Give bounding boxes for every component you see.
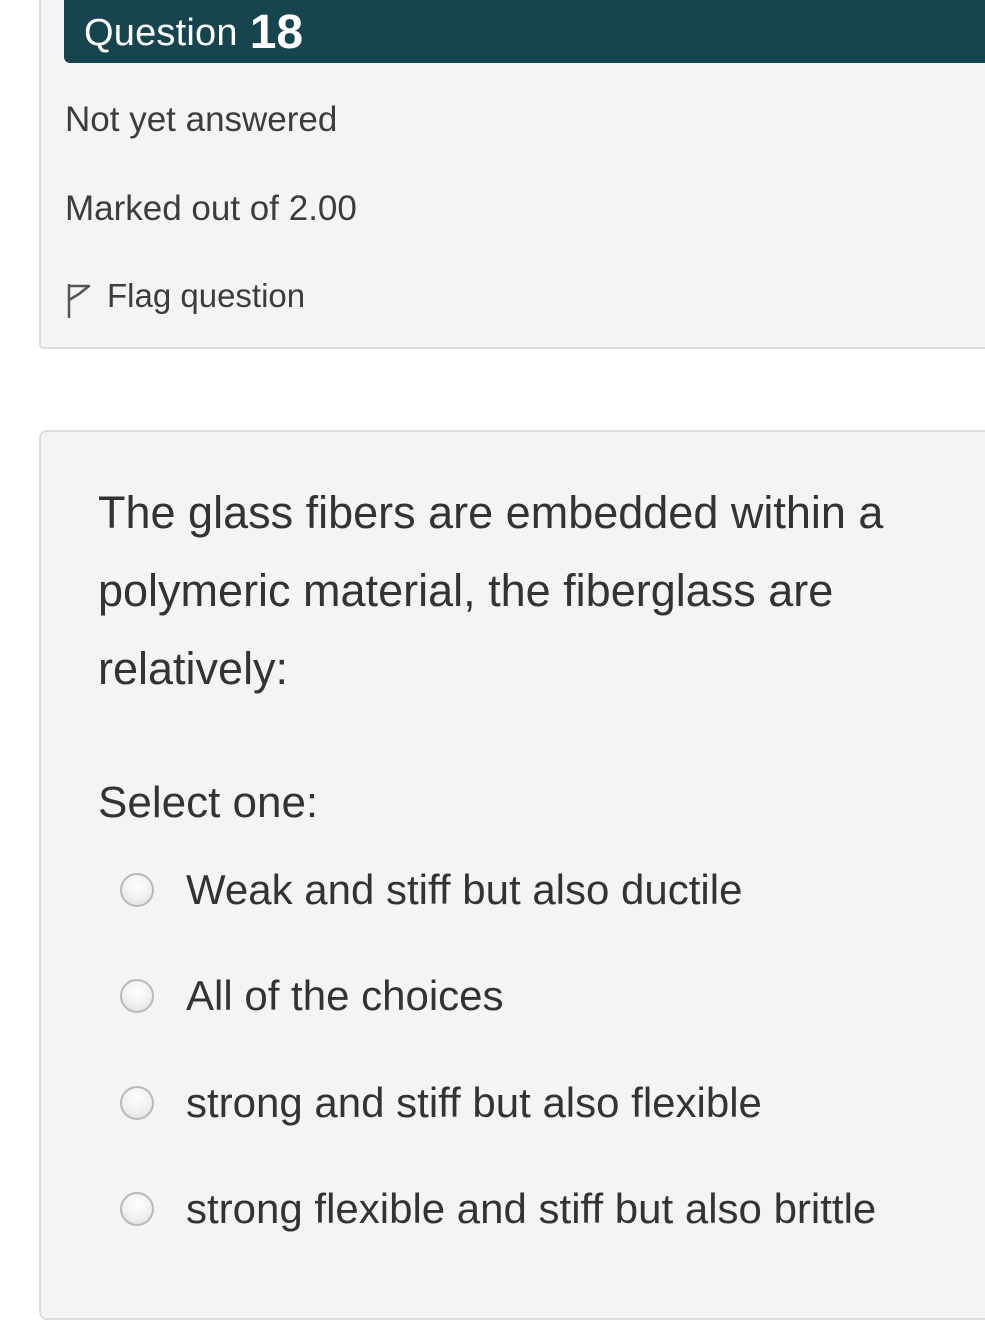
question-state: Not yet answered: [65, 100, 338, 139]
radio-unchecked-icon[interactable]: [120, 1086, 154, 1120]
answer-option-label: strong flexible and stiff but also britt…: [186, 1185, 877, 1232]
answer-option-2[interactable]: All of the choices: [120, 972, 504, 1020]
radio-unchecked-icon[interactable]: [120, 1192, 154, 1226]
question-label: Question: [84, 12, 238, 54]
flag-outline-icon: [67, 284, 91, 318]
answer-prompt: Select one:: [98, 778, 319, 827]
answer-option-label: All of the choices: [186, 972, 504, 1019]
answer-option-3[interactable]: strong and stiff but also flexible: [120, 1079, 762, 1127]
question-text: The glass fibers are embedded within a p…: [98, 487, 884, 694]
flag-question-link[interactable]: Flag question: [65, 276, 306, 318]
answer-option-4[interactable]: strong flexible and stiff but also britt…: [120, 1185, 876, 1233]
question-grade: Marked out of 2.00: [65, 189, 357, 228]
answer-option-label: strong and stiff but also flexible: [186, 1079, 762, 1126]
radio-unchecked-icon[interactable]: [120, 873, 154, 907]
question-number: 18: [249, 6, 304, 59]
answer-option-1[interactable]: Weak and stiff but also ductile: [120, 866, 742, 914]
answer-option-label: Weak and stiff but also ductile: [186, 866, 743, 913]
radio-unchecked-icon[interactable]: [120, 979, 154, 1013]
flag-question-label: Flag question: [107, 277, 306, 314]
question-number-header: Question 18: [64, 0, 985, 63]
